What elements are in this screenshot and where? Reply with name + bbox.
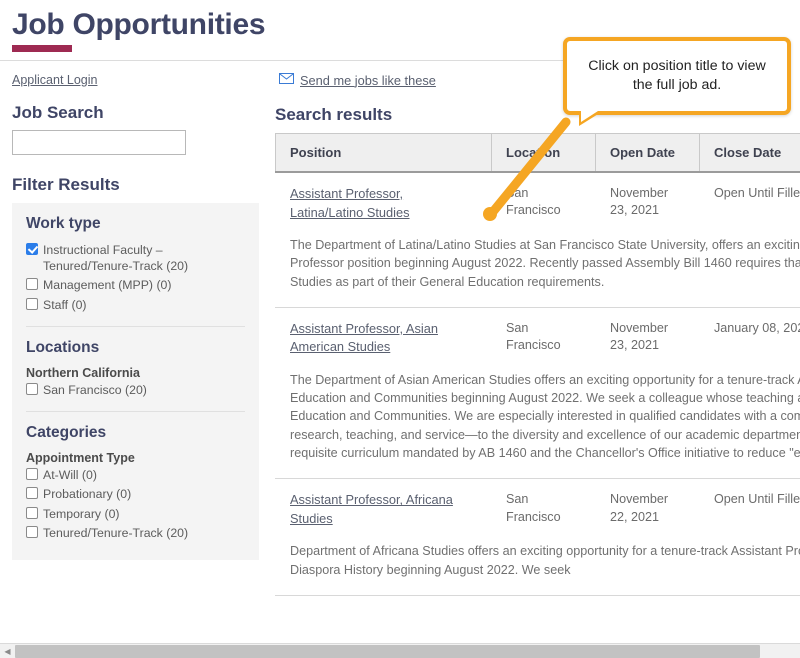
callout-text: Click on position title to view the full…: [588, 57, 766, 93]
checkbox-icon[interactable]: [26, 468, 38, 481]
search-input[interactable]: [12, 130, 186, 155]
results-column: Send me jobs like these Search results P…: [273, 61, 800, 596]
cell-close-date: January 08, 2022: [714, 320, 800, 335]
callout-tooltip: Click on position title to view the full…: [563, 37, 791, 115]
job-title-link[interactable]: Assistant Professor, Latina/Latino Studi…: [290, 186, 410, 220]
checkbox-checked-icon[interactable]: [26, 243, 38, 255]
facet-option-label: At-Will (0): [43, 468, 97, 483]
facet-subgroup-label: Northern California: [26, 365, 140, 380]
send-me-jobs-link[interactable]: Send me jobs like these: [300, 73, 436, 88]
facet-option-management-mpp[interactable]: Management (MPP) (0): [26, 277, 245, 293]
job-title-link[interactable]: Assistant Professor, Africana Studies: [290, 492, 453, 526]
facet-title: Work type: [26, 215, 101, 232]
applicant-login-link[interactable]: Applicant Login: [12, 73, 97, 87]
checkbox-icon[interactable]: [26, 382, 38, 395]
facet-option-label: San Francisco (20): [43, 382, 147, 397]
column-header-close-date[interactable]: Close Date: [699, 133, 800, 173]
cell-location: San Francisco: [506, 186, 561, 218]
cell-close-date: Open Until Filled: [714, 186, 800, 200]
cell-open-date: November 22, 2021: [610, 492, 669, 524]
table-header-row: Position Location Open Date Close Date: [275, 133, 800, 173]
job-search-heading: Job Search: [12, 103, 104, 122]
horizontal-scrollbar[interactable]: ◀: [0, 643, 800, 658]
table-row-description: The Department of Latina/Latino Studies …: [275, 226, 800, 308]
job-opportunities-page: Job Opportunities Applicant Login Job Se…: [0, 0, 800, 658]
description-text: The Department of Latina/Latino Studies …: [290, 238, 800, 289]
facet-subgroup-label: Appointment Type: [26, 451, 135, 466]
facet-option-label: Tenured/Tenure-Track (20): [43, 525, 189, 540]
cell-close-date: Open Until Filled: [714, 492, 800, 507]
cell-position: Assistant Professor, Africana Studies: [276, 479, 492, 533]
facet-title: Locations: [26, 338, 100, 356]
column-header-position[interactable]: Position: [275, 133, 492, 173]
description-text: The Department of Asian American Studies…: [290, 372, 800, 460]
facet-option-instructional-faculty[interactable]: Instructional Faculty – Tenured/Tenure-T…: [26, 242, 245, 274]
cell-description: The Department of Asian American Studies…: [275, 360, 800, 480]
envelope-icon: [279, 71, 294, 89]
checkbox-icon[interactable]: [26, 297, 38, 310]
sidebar: Applicant Login Job Search Filter Result…: [0, 61, 273, 560]
facet-option-at-will[interactable]: At-Will (0): [26, 467, 245, 483]
facet-work-type: Work type Instructional Faculty – Tenure…: [26, 215, 245, 326]
scroll-left-arrow-icon[interactable]: ◀: [0, 644, 15, 658]
scrollbar-thumb[interactable]: [15, 644, 760, 658]
cell-location: San Francisco: [506, 320, 561, 353]
facet-option-label: Management (MPP) (0): [43, 278, 172, 293]
checkbox-icon[interactable]: [26, 506, 38, 519]
facet-option-temporary[interactable]: Temporary (0): [26, 506, 245, 522]
table-row-description: The Department of Asian American Studies…: [275, 360, 800, 480]
description-text: Department of Africana Studies offers an…: [290, 544, 800, 577]
callout-tail: [579, 111, 603, 126]
cell-position: Assistant Professor, Asian American Stud…: [276, 307, 492, 361]
cell-description: The Department of Latina/Latino Studies …: [275, 226, 800, 308]
body-columns: Applicant Login Job Search Filter Result…: [0, 61, 800, 596]
facet-option-san-francisco[interactable]: San Francisco (20): [26, 382, 245, 398]
facet-option-probationary[interactable]: Probationary (0): [26, 486, 245, 502]
facet-categories: Categories Appointment Type At-Will (0) …: [26, 411, 245, 554]
cell-description: Department of Africana Studies offers an…: [275, 532, 800, 596]
table-row-description: Department of Africana Studies offers an…: [275, 532, 800, 596]
column-header-location[interactable]: Location: [491, 133, 596, 173]
facet-option-staff[interactable]: Staff (0): [26, 297, 245, 313]
job-title-link[interactable]: Assistant Professor, Asian American Stud…: [290, 321, 438, 355]
cell-location: San Francisco: [506, 492, 561, 524]
facet-locations: Locations Northern California San Franci…: [26, 325, 245, 411]
facet-option-label: Instructional Faculty – Tenured/Tenure-T…: [43, 243, 189, 274]
title-accent-bar: [12, 45, 72, 52]
table-row: Assistant Professor, Africana Studies Sa…: [276, 479, 800, 533]
facet-title: Categories: [26, 424, 107, 442]
column-header-open-date[interactable]: Open Date: [595, 133, 700, 173]
checkbox-icon[interactable]: [26, 278, 38, 291]
checkbox-icon[interactable]: [26, 525, 38, 538]
facet-option-label: Staff (0): [43, 297, 87, 312]
table-row: Assistant Professor, Asian American Stud…: [276, 307, 800, 361]
cell-open-date: November 23, 2021: [610, 320, 669, 353]
checkbox-icon[interactable]: [26, 487, 38, 500]
cell-position: Assistant Professor, Latina/Latino Studi…: [276, 172, 492, 226]
cell-open-date: November 23, 2021: [610, 186, 669, 218]
facet-option-tenured-tenure-track[interactable]: Tenured/Tenure-Track (20): [26, 525, 245, 541]
facet-option-label: Probationary (0): [43, 487, 132, 502]
facet-option-label: Temporary (0): [43, 506, 120, 521]
filter-results-heading: Filter Results: [12, 175, 120, 194]
search-results-table: Position Location Open Date Close Date A…: [275, 133, 800, 596]
filter-panel: Work type Instructional Faculty – Tenure…: [12, 203, 259, 560]
table-row: Assistant Professor, Latina/Latino Studi…: [276, 172, 800, 226]
